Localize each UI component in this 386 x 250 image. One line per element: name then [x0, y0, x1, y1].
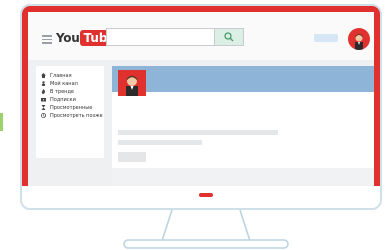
logo-you-text: You [56, 31, 80, 45]
sidebar-item-label: Подписки [50, 96, 76, 103]
sidebar-item-label: В тренде [50, 88, 74, 95]
search-icon [224, 32, 234, 42]
subtitle-placeholder [118, 140, 202, 145]
account-avatar[interactable] [348, 28, 370, 50]
user-avatar-icon [355, 34, 363, 50]
sidebar-item-trending[interactable]: В тренде [41, 88, 74, 95]
channel-avatar[interactable] [118, 70, 146, 96]
sidebar-item-label: Главная [50, 72, 72, 79]
home-icon [41, 73, 46, 78]
channel-banner [112, 66, 374, 92]
channel-page [112, 66, 374, 186]
person-icon [41, 81, 46, 86]
title-placeholder [118, 130, 278, 135]
youtube-window: You Tube Главная Мой канал В тренде Подп… [28, 12, 374, 186]
sidebar: Главная Мой канал В тренде Подписки Прос… [36, 66, 104, 158]
clock-icon [41, 113, 46, 118]
upload-button[interactable] [314, 34, 338, 42]
user-avatar-icon [126, 75, 138, 96]
top-bar: You Tube [28, 12, 374, 60]
sidebar-item-label: Просмотреть позже [50, 112, 103, 119]
sidebar-item-home[interactable]: Главная [41, 72, 72, 79]
button-placeholder [118, 152, 146, 162]
sidebar-item-label: Мой канал [50, 80, 78, 87]
hourglass-icon [41, 105, 46, 110]
power-indicator [199, 193, 213, 197]
monitor-stand [123, 209, 289, 249]
content-placeholder [112, 168, 374, 186]
flame-icon [41, 89, 46, 94]
sidebar-item-my-channel[interactable]: Мой канал [41, 80, 78, 87]
hamburger-menu-icon[interactable] [42, 35, 52, 44]
decorative-accent [0, 113, 3, 131]
sidebar-item-watch-later[interactable]: Просмотреть позже [41, 112, 103, 119]
sidebar-item-label: Просмотренные [50, 104, 93, 111]
sidebar-item-history[interactable]: Просмотренные [41, 104, 92, 111]
monitor-screen: You Tube Главная Мой канал В тренде Подп… [22, 6, 380, 186]
search-button[interactable] [214, 28, 244, 46]
sidebar-item-subscriptions[interactable]: Подписки [41, 96, 76, 103]
subscriptions-icon [41, 97, 46, 102]
